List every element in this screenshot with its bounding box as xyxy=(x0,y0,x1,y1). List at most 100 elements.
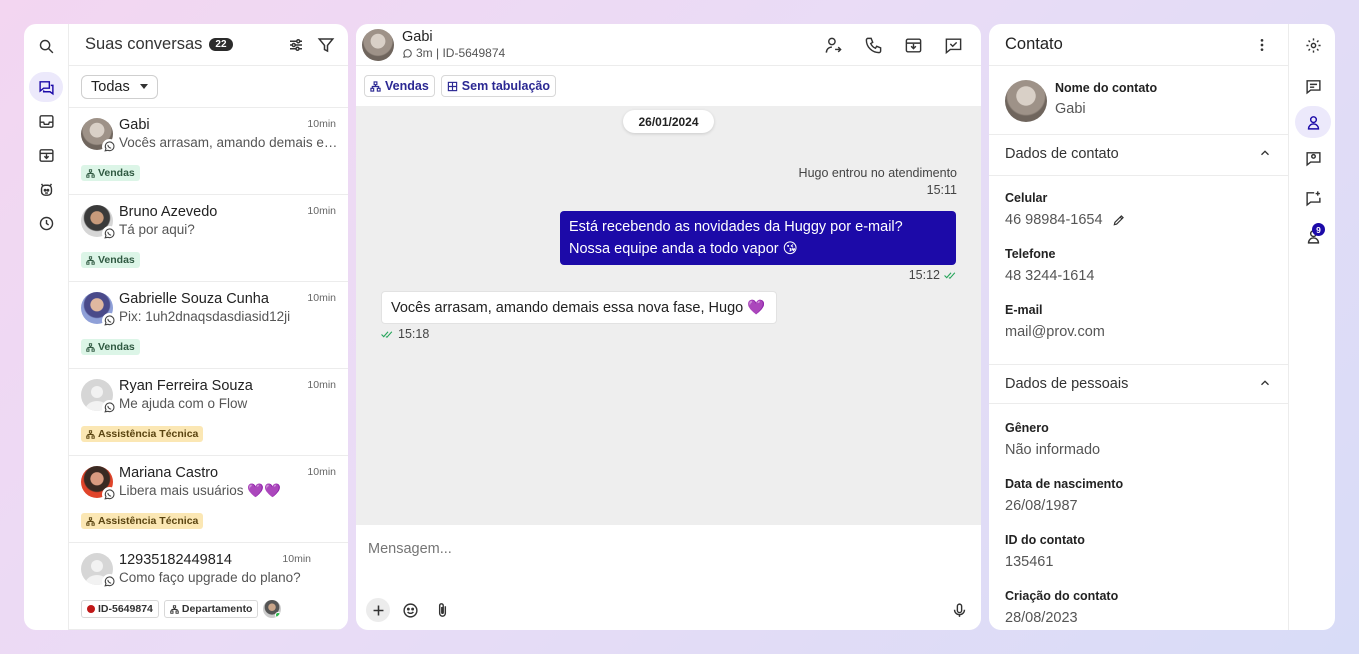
contact-name-value: Gabi xyxy=(1055,101,1086,117)
chevron-up-icon[interactable] xyxy=(1258,376,1272,390)
avatar xyxy=(81,379,117,415)
contact-details: Contato Nome do contato Gabi Dados de co… xyxy=(989,24,1289,630)
conversation-filter-dropdown[interactable]: Todas xyxy=(81,74,158,99)
emoji-button[interactable] xyxy=(398,598,422,622)
agent-avatar xyxy=(263,600,282,618)
inbox-icon xyxy=(38,114,54,128)
conversation-item[interactable]: Mariana Castro 10min Libera mais usuário… xyxy=(69,456,348,543)
section-personal-data: Dados de pessoais xyxy=(1005,376,1129,392)
department-tag: Assistência Técnica xyxy=(81,426,204,442)
add-comment-icon xyxy=(1305,190,1321,206)
contact-avatar xyxy=(1005,80,1047,122)
conversation-time: 10min xyxy=(307,292,336,304)
cellphone-label: Celular xyxy=(1005,191,1048,205)
filter-value: Todas xyxy=(91,78,130,95)
section-contact-data: Dados de contato xyxy=(1005,146,1119,162)
avatar xyxy=(81,205,117,241)
bot-button[interactable] xyxy=(29,174,63,204)
conversation-name: Mariana Castro xyxy=(119,465,219,481)
email-label: E-mail xyxy=(1005,303,1043,317)
archive-icon[interactable] xyxy=(904,36,923,55)
conversation-preview: Libera mais usuários 💜💜 xyxy=(119,483,281,498)
filter-row: Todas xyxy=(69,66,348,108)
conversation-time: 10min xyxy=(307,205,336,217)
created-value: 28/08/2023 xyxy=(1005,610,1078,626)
conversation-item[interactable]: 12935182449814 10min Como faço upgrade d… xyxy=(69,543,348,630)
whatsapp-icon xyxy=(102,574,117,589)
gender-value: Não informado xyxy=(1005,442,1101,458)
history-button[interactable] xyxy=(29,208,63,238)
conversation-preview: Pix: 1uh2dnaqsdasdiasid12ji xyxy=(119,309,291,324)
conversation-name: Bruno Azevedo xyxy=(119,204,218,220)
notes-button[interactable] xyxy=(1295,70,1331,102)
contact-panel: Contato Nome do contato Gabi Dados de co… xyxy=(989,24,1335,630)
tabulation-chip[interactable]: Sem tabulação xyxy=(440,75,557,97)
conversation-preview: Vocês arrasam, amando demais essa nova f… xyxy=(119,135,339,150)
cellphone-value: 46 98984-1654 xyxy=(1005,212,1103,228)
contact-name-label: Nome do contato xyxy=(1055,81,1158,95)
grid-icon xyxy=(447,81,457,91)
search-icon xyxy=(39,39,53,53)
sliders-icon[interactable] xyxy=(287,36,305,54)
contact-chats-button[interactable] xyxy=(1295,142,1331,174)
bot-icon xyxy=(40,182,52,196)
left-rail xyxy=(24,24,69,630)
birthdate-value: 26/08/1987 xyxy=(1005,498,1078,514)
conversation-item[interactable]: Ryan Ferreira Souza 10min Me ajuda com o… xyxy=(69,369,348,456)
conversation-item[interactable]: Gabi 10min Vocês arrasam, amando demais … xyxy=(69,108,348,195)
department-chip[interactable]: Vendas xyxy=(364,75,435,97)
contact-button[interactable] xyxy=(1295,106,1331,138)
archive-button[interactable] xyxy=(29,140,63,170)
finish-chat-icon[interactable] xyxy=(944,36,963,55)
department-tag: Vendas xyxy=(81,339,140,355)
conversation-time: 10min xyxy=(307,466,336,478)
whatsapp-icon xyxy=(102,400,117,415)
chats-button[interactable] xyxy=(29,72,63,102)
notes-icon xyxy=(1305,79,1321,94)
inbox-button[interactable] xyxy=(29,106,63,136)
whatsapp-icon xyxy=(102,313,117,328)
email-value: mail@prov.com xyxy=(1005,324,1105,340)
conversations-header: Suas conversas 22 xyxy=(69,24,348,66)
settings-button[interactable] xyxy=(1295,29,1331,61)
telephone-label: Telefone xyxy=(1005,247,1056,261)
person-icon xyxy=(1307,115,1319,130)
double-check-icon xyxy=(381,330,393,338)
avatar xyxy=(81,466,117,502)
sitemap-icon xyxy=(370,80,381,92)
new-note-button[interactable] xyxy=(1295,182,1331,214)
avatar xyxy=(81,118,117,154)
chat-panel: Gabi 3m | ID-5649874 Vendas Sem tabulaçã… xyxy=(356,24,981,630)
sitemap-icon xyxy=(86,168,95,178)
conversations-panel: Suas conversas 22 Todas Gabi 10min Vocês… xyxy=(24,24,348,630)
filter-icon[interactable] xyxy=(317,36,335,54)
protocol-id-tag: ID-5649874 xyxy=(81,600,159,618)
conversation-name: 12935182449814 xyxy=(119,552,232,568)
department-tag: Assistência Técnica xyxy=(81,513,204,529)
conversation-name: Gabi xyxy=(119,117,150,133)
department-tag: Vendas xyxy=(81,165,140,181)
add-button[interactable] xyxy=(366,598,390,622)
whatsapp-icon xyxy=(102,139,117,154)
message-input[interactable] xyxy=(368,541,928,557)
conversation-item[interactable]: Bruno Azevedo 10min Tá por aqui? Vendas xyxy=(69,195,348,282)
more-vertical-icon[interactable] xyxy=(1254,37,1270,53)
conversation-preview: Me ajuda com o Flow xyxy=(119,396,248,411)
conversation-item[interactable]: Gabrielle Souza Cunha 10min Pix: 1uh2dna… xyxy=(69,282,348,369)
date-separator: 26/01/2024 xyxy=(623,110,714,133)
agents-button[interactable]: 9 xyxy=(1295,220,1331,252)
voice-button[interactable] xyxy=(947,598,971,622)
outgoing-message: Está recebendo as novidades da Huggy por… xyxy=(560,211,956,265)
pencil-icon[interactable] xyxy=(1112,213,1126,227)
birthdate-label: Data de nascimento xyxy=(1005,477,1124,491)
transfer-user-icon[interactable] xyxy=(824,36,843,55)
chevron-up-icon[interactable] xyxy=(1258,146,1272,160)
conversation-time: 10min xyxy=(282,553,311,565)
phone-icon[interactable] xyxy=(864,36,883,55)
sitemap-icon xyxy=(86,255,95,265)
sitemap-icon xyxy=(86,429,95,439)
attach-button[interactable] xyxy=(430,598,454,622)
chat-subtitle: 3m | ID-5649874 xyxy=(402,46,505,60)
system-message: Hugo entrou no atendimento xyxy=(798,166,957,180)
search-button[interactable] xyxy=(29,31,63,61)
